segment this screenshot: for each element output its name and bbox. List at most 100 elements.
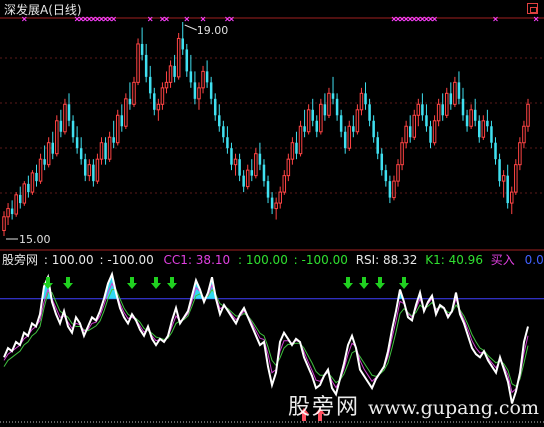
candle-body-down	[75, 137, 79, 149]
candle-body-up	[55, 120, 59, 155]
sell-arrow-icon	[399, 277, 409, 289]
candle-body-down	[266, 181, 270, 198]
candle-body-down	[441, 104, 444, 116]
candle-body-up	[522, 125, 526, 144]
candle-body-down	[461, 98, 465, 116]
candle-body-down	[384, 170, 388, 182]
candle-body-up	[168, 65, 173, 83]
candle-body-down	[311, 109, 314, 121]
restore-window-icon[interactable]	[527, 3, 538, 14]
sell-arrow-icon	[375, 277, 385, 289]
candle-body-up	[2, 216, 6, 232]
candle-body-down	[222, 126, 225, 138]
sell-arrow-icon	[151, 277, 161, 289]
candle-body-down	[364, 93, 367, 105]
buy-value: 0.00	[524, 253, 544, 267]
stock-name: 深发展A	[4, 3, 49, 17]
period-label: (日线)	[48, 3, 82, 17]
candle-body-down	[193, 82, 197, 99]
candle-body-down	[408, 126, 412, 138]
candle-body-down	[457, 82, 461, 99]
candle-body-down	[181, 38, 184, 50]
candle-body-down	[498, 159, 501, 182]
chart-canvas: 19.00 15.00	[0, 16, 544, 423]
watermark-url: www.gupang.com	[368, 397, 540, 419]
indicator-series-line	[3, 282, 529, 394]
candle-body-down	[144, 54, 148, 77]
candle-body-down	[43, 159, 46, 165]
candle-body-down	[92, 164, 95, 182]
candle-body-down	[10, 208, 14, 215]
candle-layer	[2, 22, 530, 236]
candle-body-up	[136, 43, 140, 83]
candle-body-up	[197, 87, 201, 100]
sell-arrow-icon	[167, 277, 177, 289]
candle-body-down	[173, 65, 176, 77]
sell-arrow-icon	[63, 277, 73, 289]
candle-body-up	[254, 153, 258, 177]
candle-body-up	[63, 103, 67, 133]
candle-body-up	[176, 37, 181, 78]
candle-body-up	[107, 136, 112, 160]
candle-body-down	[339, 115, 343, 132]
candle-body-down	[477, 120, 481, 138]
candle-body-up	[359, 92, 364, 111]
high-pointer	[184, 24, 197, 31]
candle-body-down	[185, 49, 189, 72]
candle-body-down	[226, 137, 229, 149]
cc1-value: CC1: 38.10	[163, 253, 231, 267]
candle-body-up	[160, 87, 165, 105]
candle-body-down	[303, 126, 306, 132]
candle-body-down	[376, 137, 379, 154]
candle-body-up	[115, 114, 120, 144]
candle-body-down	[295, 142, 298, 154]
candle-body-down	[71, 120, 75, 138]
candle-body-up	[432, 120, 437, 144]
candle-body-down	[148, 76, 152, 94]
candle-body-down	[429, 126, 432, 143]
candle-body-down	[238, 159, 241, 176]
candle-body-down	[112, 137, 115, 143]
candle-body-down	[506, 175, 509, 204]
candle-body-up	[396, 164, 400, 182]
candle-body-up	[6, 208, 10, 218]
candle-body-down	[218, 115, 221, 127]
candle-body-up	[87, 164, 92, 177]
candle-body-up	[526, 103, 530, 127]
indicator-series-line	[3, 270, 529, 404]
candle-body-up	[453, 81, 457, 105]
candle-body-up	[404, 125, 408, 144]
sell-arrow-icon	[359, 277, 369, 289]
candle-body-up	[245, 169, 250, 188]
candle-body-down	[27, 183, 30, 193]
candle-body-up	[518, 142, 522, 166]
candle-body-down	[372, 120, 375, 138]
candle-body-down	[67, 104, 71, 121]
value-neg100: : -100.00	[99, 253, 154, 267]
value-neg100-green: : -100.00	[293, 253, 348, 267]
rsi-value: RSI: 88.32	[355, 253, 418, 267]
candle-body-down	[335, 98, 339, 116]
indicator-name: 股旁网	[2, 253, 39, 267]
candle-body-up	[274, 202, 278, 210]
candle-body-down	[380, 153, 384, 171]
candle-body-down	[343, 131, 347, 149]
low-price-label: 15.00	[19, 233, 51, 246]
watermark: 股旁网 www.gupang.com	[288, 389, 539, 421]
candle-body-up	[201, 70, 205, 89]
candle-body-up	[132, 81, 136, 105]
candle-body-up	[355, 109, 360, 133]
candle-body-up	[22, 183, 27, 204]
chart-stage: 19.00 15.00 深发展A(日线) 股旁网 : 100.00 : -100…	[0, 0, 544, 427]
watermark-brand: 股旁网	[288, 395, 361, 420]
candle-body-down	[494, 142, 497, 160]
candle-body-down	[388, 181, 392, 198]
sell-arrow-icon	[127, 277, 137, 289]
candle-body-up	[233, 158, 238, 166]
candle-body-down	[128, 98, 132, 105]
indicator-header: 股旁网 : 100.00 : -100.00 CC1: 38.10 : 100.…	[2, 253, 544, 267]
candle-body-down	[205, 71, 209, 83]
candle-body-down	[258, 153, 262, 165]
grid-layer	[0, 17, 544, 423]
candle-body-up	[319, 103, 323, 133]
